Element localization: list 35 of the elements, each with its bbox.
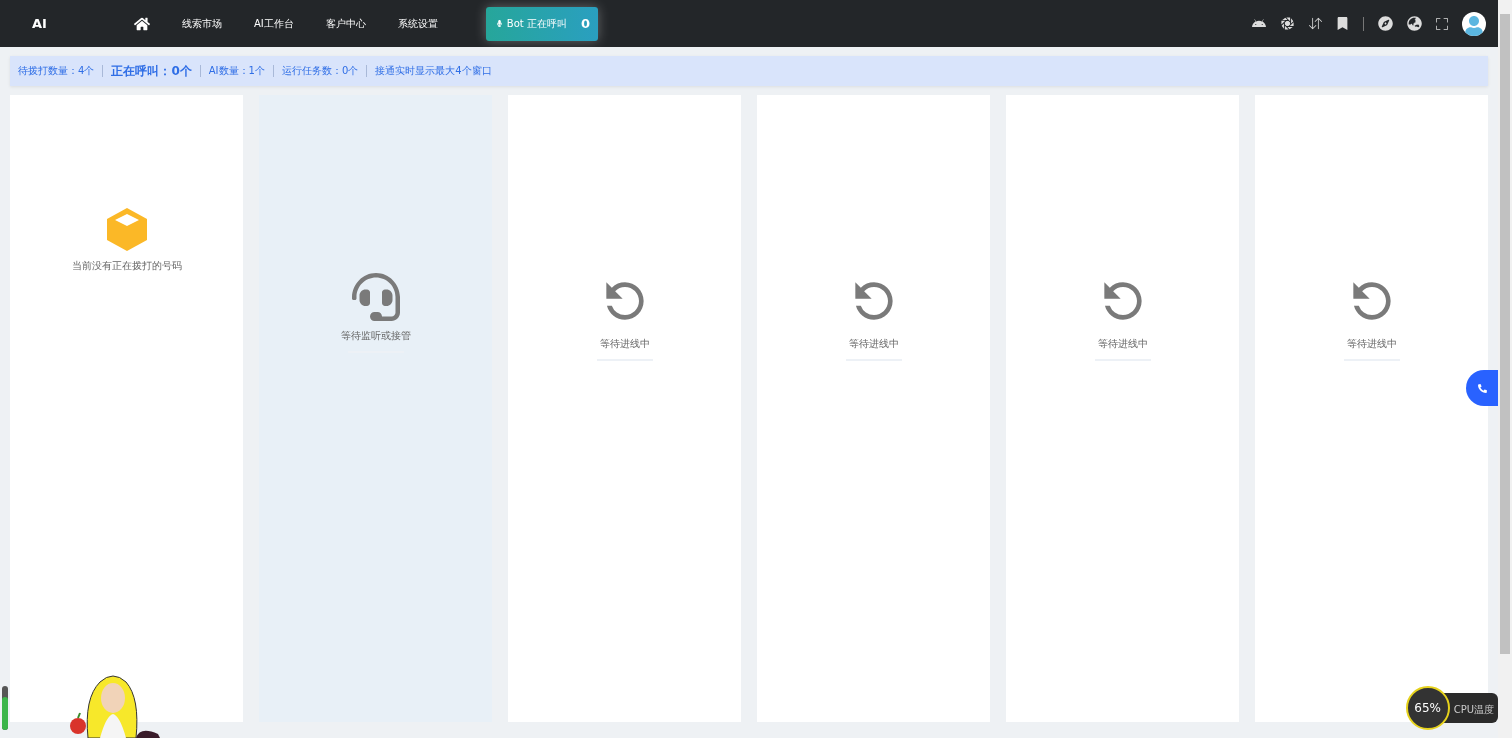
call-panel[interactable]: 等待进线中	[1006, 95, 1239, 722]
stat-text: 接通实时显示最大4个窗口	[375, 64, 492, 78]
up-down-arrows-icon[interactable]	[1309, 17, 1322, 30]
aperture-icon[interactable]	[1280, 16, 1295, 31]
logo: AI	[32, 16, 48, 31]
nav-link[interactable]: 客户中心	[325, 16, 366, 31]
bookmark-icon[interactable]	[1336, 17, 1349, 30]
avatar[interactable]	[1462, 11, 1486, 36]
meter-drawing	[2, 686, 8, 730]
stat-text: AI数量：1个	[208, 64, 265, 78]
globe-icon[interactable]	[1407, 16, 1422, 31]
nav-link[interactable]: AI工作台	[254, 16, 294, 31]
panel-status-text: 等待进线中	[848, 337, 899, 351]
call-panel[interactable]: 等待进线中	[508, 95, 741, 722]
microphone-icon	[495, 20, 503, 27]
call-panel[interactable]: 等待进线中	[757, 95, 990, 722]
panel-status-text: 当前没有正在拨打的号码	[71, 259, 182, 273]
call-panel[interactable]: 等待监听或接管	[259, 95, 492, 722]
panel-status-text: 等待进线中	[599, 337, 650, 351]
cube-icon	[105, 207, 148, 251]
nav-link[interactable]: 系统设置	[397, 16, 438, 31]
panel-status-text: 等待进线中	[1097, 337, 1148, 351]
home-icon[interactable]	[134, 15, 150, 32]
stat-text: 正在呼叫：0个	[111, 62, 192, 80]
nav-link[interactable]: 线索市场	[182, 16, 222, 31]
fullscreen-icon[interactable]	[1436, 17, 1448, 30]
panel-status-text: 等待进线中	[1346, 337, 1397, 351]
panel-status-text: 等待监听或接管	[340, 329, 411, 343]
stat-text: 待拨打数量：4个	[18, 64, 95, 78]
cpu-label: CPU温度	[1443, 693, 1498, 723]
call-panel[interactable]: 当前没有正在拨打的号码	[10, 95, 243, 722]
phone-icon	[1477, 383, 1487, 393]
compass-icon[interactable]	[1378, 16, 1393, 31]
headset-icon	[351, 273, 400, 321]
stat-text: 运行任务数：0个	[281, 64, 359, 78]
